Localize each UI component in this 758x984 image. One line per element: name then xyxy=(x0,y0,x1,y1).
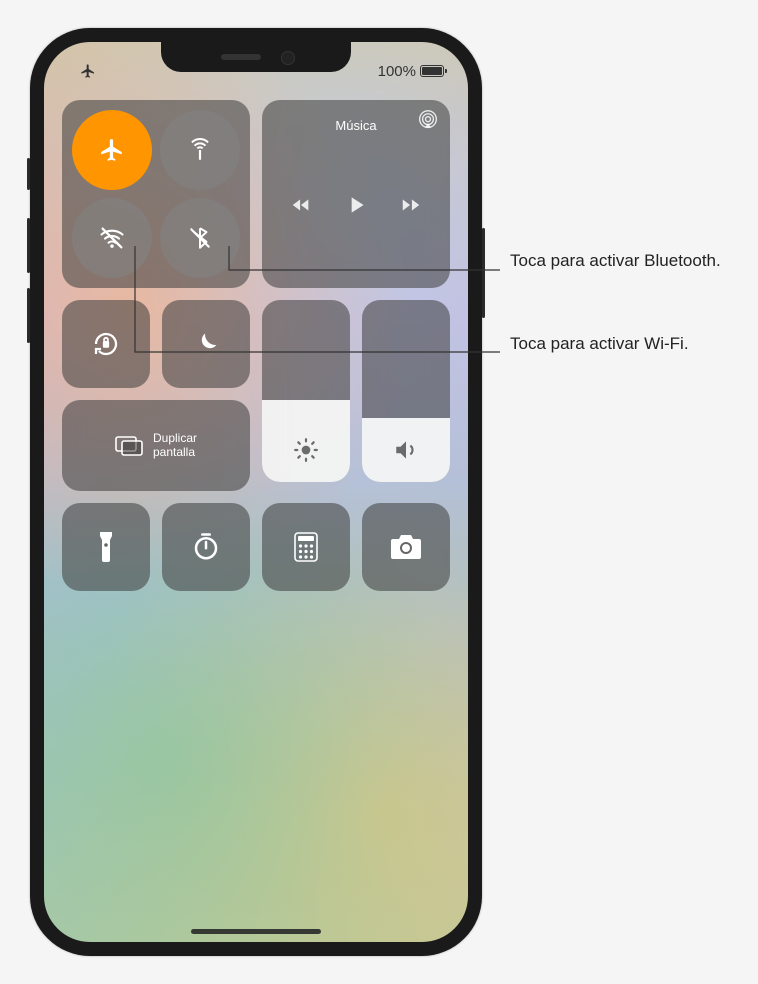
speaker-icon xyxy=(393,437,419,468)
home-indicator[interactable] xyxy=(191,929,321,934)
play-icon[interactable] xyxy=(343,192,369,218)
bluetooth-toggle[interactable] xyxy=(160,198,240,278)
control-center-screen: 100% xyxy=(44,42,468,942)
flashlight-button[interactable] xyxy=(62,503,150,591)
airplane-mode-toggle[interactable] xyxy=(72,110,152,190)
screen-mirror-label: Duplicar pantalla xyxy=(153,431,197,460)
status-right: 100% xyxy=(378,60,444,82)
control-center-grid: Música xyxy=(62,100,450,591)
status-left xyxy=(68,60,128,82)
next-track-icon[interactable] xyxy=(400,194,422,216)
screen-mirror-icon xyxy=(115,433,143,457)
moon-icon xyxy=(192,330,220,358)
airplay-icon[interactable] xyxy=(418,110,438,135)
sun-icon xyxy=(293,437,319,468)
wifi-toggle[interactable] xyxy=(72,198,152,278)
timer-button[interactable] xyxy=(162,503,250,591)
cellular-data-toggle[interactable] xyxy=(160,110,240,190)
airplane-icon xyxy=(99,137,125,163)
volume-slider[interactable] xyxy=(362,300,450,482)
timer-icon xyxy=(191,532,221,562)
screen-mirroring-button[interactable]: Duplicar pantalla xyxy=(62,400,250,491)
rotation-lock-icon xyxy=(91,329,121,359)
notch xyxy=(161,42,351,72)
mute-switch xyxy=(27,158,30,190)
camera-icon xyxy=(390,534,422,560)
callout-bluetooth: Toca para activar Bluetooth. xyxy=(510,250,721,273)
battery-icon xyxy=(420,65,444,77)
do-not-disturb-button[interactable] xyxy=(162,300,250,388)
callout-wifi: Toca para activar Wi-Fi. xyxy=(510,333,689,356)
side-button xyxy=(482,228,485,318)
connectivity-module[interactable] xyxy=(62,100,250,288)
bluetooth-off-icon xyxy=(187,225,213,251)
camera-button[interactable] xyxy=(362,503,450,591)
cellular-antenna-icon xyxy=(187,137,213,163)
battery-percentage: 100% xyxy=(378,63,416,80)
wifi-off-icon xyxy=(98,224,126,252)
flashlight-icon xyxy=(97,532,115,562)
music-title: Música xyxy=(274,118,438,133)
volume-down-button xyxy=(27,288,30,343)
calculator-button[interactable] xyxy=(262,503,350,591)
prev-track-icon[interactable] xyxy=(290,194,312,216)
music-controls xyxy=(274,133,438,276)
music-module[interactable]: Música xyxy=(262,100,450,288)
brightness-slider[interactable] xyxy=(262,300,350,482)
rotation-lock-button[interactable] xyxy=(62,300,150,388)
calculator-icon xyxy=(294,532,318,562)
volume-up-button xyxy=(27,218,30,273)
airplane-icon xyxy=(80,63,96,79)
phone-frame: 100% xyxy=(30,28,482,956)
